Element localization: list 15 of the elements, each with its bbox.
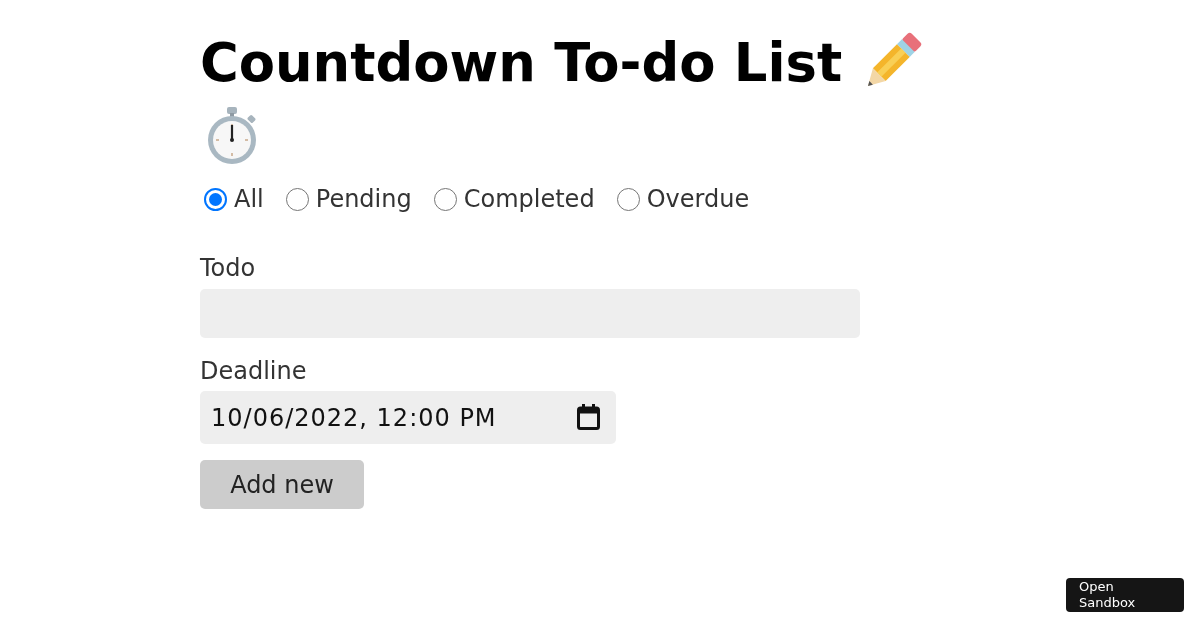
add-new-button[interactable]: Add new <box>200 460 364 509</box>
page-title: Countdown To-do List <box>200 32 843 93</box>
radio-button[interactable] <box>285 187 309 211</box>
field-label: Todo <box>200 254 256 282</box>
radio-button[interactable] <box>433 187 457 211</box>
date-time-field[interactable]: 10/06/2022, 12:00 PM <box>200 391 616 444</box>
field-label: Deadline <box>200 357 307 385</box>
calendar-icon[interactable] <box>577 404 600 430</box>
radio-label[interactable]: Pending <box>315 185 412 213</box>
radio-button[interactable] <box>616 187 640 211</box>
radio-label[interactable]: All <box>234 185 264 213</box>
radio-button[interactable] <box>204 187 227 211</box>
radio-label[interactable]: Completed <box>463 185 595 213</box>
radio-label[interactable]: Overdue <box>646 185 750 213</box>
open-sandbox-button[interactable]: Open Sandbox <box>1066 578 1184 612</box>
